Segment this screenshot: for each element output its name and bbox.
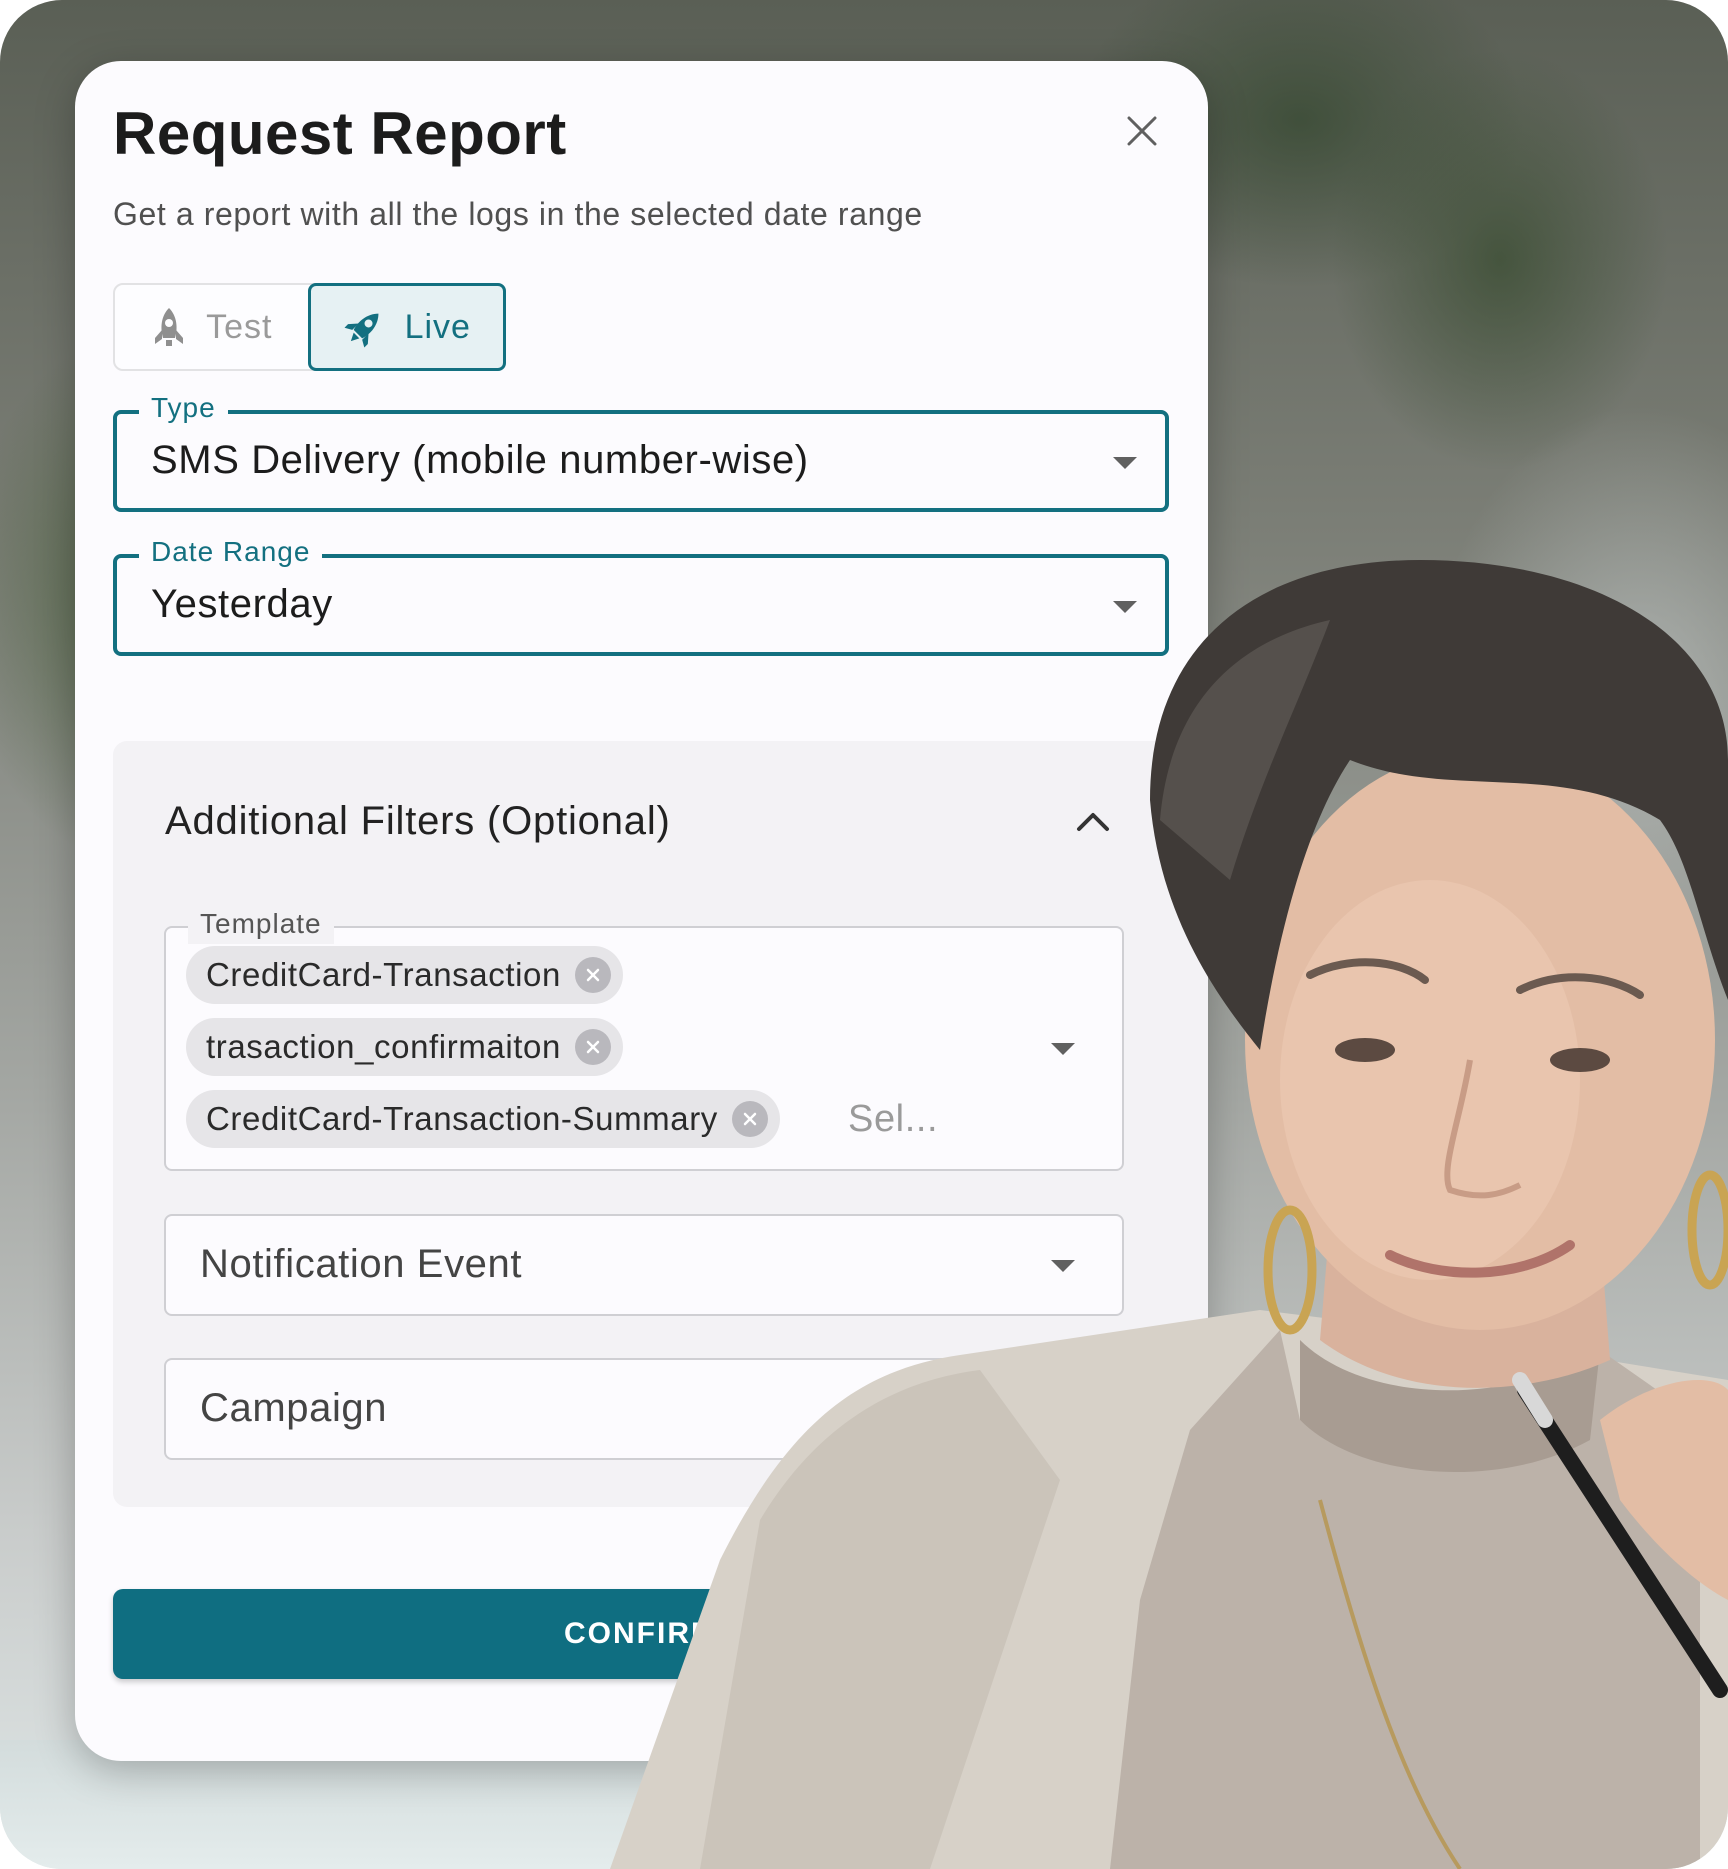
template-search-placeholder[interactable]: Sel...: [848, 1098, 938, 1141]
template-multiselect[interactable]: Template CreditCard-Transaction trasacti…: [164, 904, 1124, 1171]
template-chip: trasaction_confirmaiton: [186, 1018, 623, 1076]
chevron-down-icon: [1113, 457, 1137, 469]
toggle-label-live: Live: [404, 307, 471, 346]
campaign-placeholder: Campaign: [200, 1386, 388, 1430]
confirm-button[interactable]: CONFIRM: [113, 1589, 1169, 1679]
close-icon[interactable]: [1122, 111, 1162, 151]
type-select[interactable]: Type SMS Delivery (mobile number-wise): [113, 388, 1169, 512]
template-chip: CreditCard-Transaction-Summary: [186, 1090, 780, 1148]
mode-toggle: Test Live: [113, 283, 506, 371]
remove-chip-icon[interactable]: [731, 1101, 768, 1137]
toggle-option-live[interactable]: Live: [307, 283, 506, 371]
chip-label: CreditCard-Transaction-Summary: [206, 1100, 718, 1137]
chevron-down-icon: [1113, 601, 1137, 613]
date-range-label: Date Range: [139, 532, 323, 572]
template-chip: CreditCard-Transaction: [186, 946, 623, 1004]
additional-filters-title: Additional Filters (Optional): [165, 799, 671, 843]
remove-chip-icon[interactable]: [574, 1029, 611, 1065]
campaign-select[interactable]: Campaign: [164, 1358, 1124, 1460]
template-label: Template: [188, 904, 334, 944]
type-value: SMS Delivery (mobile number-wise): [151, 438, 809, 482]
type-label: Type: [139, 388, 228, 428]
date-range-select[interactable]: Date Range Yesterday: [113, 532, 1169, 656]
remove-chip-icon[interactable]: [574, 957, 611, 993]
rocket-launch-icon: [344, 313, 378, 348]
chip-label: trasaction_confirmaiton: [206, 1028, 561, 1065]
date-range-value: Yesterday: [151, 582, 333, 626]
chevron-down-icon: [1051, 1260, 1075, 1272]
notification-event-select[interactable]: Notification Event: [164, 1214, 1124, 1316]
dialog-title: Request Report: [113, 100, 567, 167]
chevron-down-icon: [1051, 1043, 1075, 1055]
toggle-option-test[interactable]: Test: [115, 285, 308, 369]
chip-label: CreditCard-Transaction: [206, 956, 561, 993]
rocket-icon: [155, 308, 184, 346]
dialog-subtitle: Get a report with all the logs in the se…: [113, 196, 923, 232]
request-report-dialog: Request Report Get a report with all the…: [75, 61, 1208, 1761]
notification-event-placeholder: Notification Event: [200, 1242, 523, 1286]
toggle-label-test: Test: [206, 307, 273, 346]
background-photo: Request Report Get a report with all the…: [0, 0, 1728, 1869]
chevron-up-icon[interactable]: [1075, 807, 1111, 833]
additional-filters-panel: Additional Filters (Optional) Template C…: [113, 741, 1208, 1507]
